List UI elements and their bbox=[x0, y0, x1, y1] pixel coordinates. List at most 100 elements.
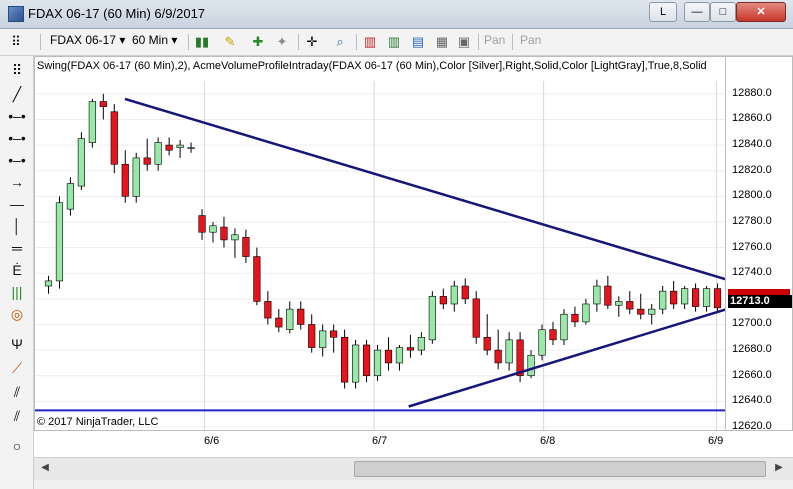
grip-icon: ⠿ bbox=[11, 62, 23, 78]
app-icon bbox=[8, 6, 24, 22]
chart-canvas bbox=[35, 81, 725, 430]
pencil-icon[interactable]: ✎ bbox=[222, 34, 238, 50]
candle-body bbox=[713, 288, 722, 309]
eraser-icon[interactable]: ✦ bbox=[274, 34, 290, 50]
candle-body bbox=[615, 301, 623, 306]
candle-body bbox=[461, 285, 469, 300]
trend-channel-icon[interactable]: ⫽ bbox=[4, 406, 30, 426]
y-tick-label: 12880.0 bbox=[732, 86, 772, 99]
candle-body bbox=[187, 147, 195, 149]
window-title: FDAX 06-17 (60 Min) 6/9/2017 bbox=[28, 6, 206, 21]
y-tick-label: 12680.0 bbox=[732, 343, 772, 356]
properties-icon[interactable]: ▦ bbox=[434, 34, 450, 50]
candle-body bbox=[527, 354, 535, 377]
vertical-line-icon[interactable]: │ bbox=[4, 216, 30, 236]
candle-body bbox=[604, 285, 612, 306]
candle-body bbox=[571, 313, 579, 323]
x-tick-label: 6/9 bbox=[708, 435, 724, 447]
candle-body bbox=[691, 288, 700, 307]
y-tick-label: 12820.0 bbox=[732, 163, 772, 176]
price-axis[interactable]: 12880.0 12860.0 12840.0 12820.0 12800.0 12780… bbox=[726, 56, 793, 432]
candle-body bbox=[121, 163, 129, 197]
candle-body bbox=[77, 138, 85, 187]
candle-body bbox=[428, 295, 436, 341]
regression-channel-icon[interactable]: ⫽ bbox=[4, 382, 30, 402]
candle-body bbox=[220, 226, 228, 241]
copyright-text: © 2017 NinjaTrader, LLC bbox=[37, 416, 159, 428]
candle-body bbox=[66, 183, 75, 210]
horizontal-line-icon[interactable]: — bbox=[4, 194, 30, 214]
price-chart[interactable]: Swing(FDAX 06-17 (60 Min),2), AcmeVolume… bbox=[34, 56, 726, 431]
candle-body bbox=[395, 347, 404, 364]
candle-body bbox=[209, 225, 217, 233]
strategies-icon[interactable]: ▥ bbox=[386, 34, 402, 50]
scroll-left-icon[interactable]: ◀ bbox=[38, 461, 52, 475]
pan-button-1[interactable]: Pan bbox=[484, 33, 505, 47]
crosshair-icon[interactable]: ✛ bbox=[304, 34, 320, 50]
andrews-pitchfork-icon[interactable]: Ψ bbox=[4, 334, 30, 354]
link-button[interactable]: L bbox=[649, 2, 677, 22]
instrument-selector[interactable]: FDAX 06-17 ▾ bbox=[50, 33, 125, 47]
magnet-icon[interactable]: ✚ bbox=[250, 34, 266, 50]
line-icon[interactable]: •–• bbox=[4, 150, 30, 170]
fibonacci-icon[interactable]: Ė bbox=[4, 260, 30, 280]
y-tick-label: 12800.0 bbox=[732, 189, 772, 202]
minimize-button[interactable]: — bbox=[684, 2, 710, 22]
candle-body bbox=[505, 339, 513, 364]
drawing-tools-panel: ⠿ ╱ •–• •–• •–• → — │ ═ Ė ||| ◎ Ψ ⟋ ⫽ ⫽ … bbox=[0, 56, 34, 489]
scrollbar-thumb[interactable] bbox=[354, 461, 766, 477]
candle-body bbox=[648, 308, 656, 315]
candle-body bbox=[44, 280, 53, 287]
candle-body bbox=[494, 349, 502, 364]
data-box-icon[interactable]: ▣ bbox=[456, 34, 472, 50]
candle-body bbox=[626, 301, 634, 310]
candle-body bbox=[308, 324, 316, 348]
candle-body bbox=[384, 349, 393, 364]
candle-body bbox=[593, 285, 601, 305]
candle-body bbox=[143, 157, 151, 165]
interval-label: 60 Min bbox=[132, 33, 169, 47]
chart-style-icon[interactable]: ▮▮ bbox=[194, 34, 210, 50]
candle-body bbox=[406, 347, 415, 351]
ellipse-icon[interactable]: ○ bbox=[4, 436, 30, 456]
candle-body bbox=[681, 288, 689, 305]
ray-icon[interactable]: → bbox=[4, 172, 30, 192]
time-axis[interactable]: 6/6 6/7 6/8 6/9 bbox=[34, 431, 793, 457]
scroll-right-icon[interactable]: ▶ bbox=[772, 461, 786, 475]
fib-circle-icon[interactable]: ◎ bbox=[4, 304, 30, 324]
risk-reward-icon[interactable]: •–• bbox=[4, 106, 30, 126]
instrument-label: FDAX 06-17 bbox=[50, 33, 117, 47]
candle-body bbox=[483, 336, 491, 351]
candle-body bbox=[297, 308, 305, 325]
candle-body bbox=[253, 256, 261, 302]
interval-selector[interactable]: 60 Min ▾ bbox=[132, 33, 177, 47]
pan-button-2[interactable]: Pan bbox=[520, 33, 541, 47]
candle-body bbox=[670, 290, 678, 305]
candle-body bbox=[373, 349, 382, 377]
extended-line-icon[interactable]: ═ bbox=[4, 238, 30, 258]
indicators-icon[interactable]: ▥ bbox=[362, 34, 378, 50]
candle-body bbox=[154, 142, 162, 165]
candle-body bbox=[341, 336, 349, 383]
y-tick-label: 12760.0 bbox=[732, 240, 772, 253]
y-tick-label: 12640.0 bbox=[732, 394, 772, 407]
price-range-icon[interactable]: •–• bbox=[4, 128, 30, 148]
ruler-icon[interactable]: ╱ bbox=[4, 84, 30, 104]
y-tick-label: 12740.0 bbox=[732, 266, 772, 279]
y-tick-label: 12860.0 bbox=[732, 112, 772, 125]
fib-extension-icon[interactable]: ||| bbox=[4, 282, 30, 302]
close-button[interactable]: ✕ bbox=[736, 2, 786, 22]
gann-fan-icon[interactable]: ⟋ bbox=[4, 358, 30, 378]
candle-body bbox=[582, 303, 590, 323]
y-tick-label: 12780.0 bbox=[732, 214, 772, 227]
x-tick-label: 6/8 bbox=[540, 435, 556, 447]
candle-body bbox=[165, 144, 173, 151]
candle-body bbox=[450, 285, 458, 305]
window-titlebar: FDAX 06-17 (60 Min) 6/9/2017 L — □ ✕ bbox=[0, 0, 793, 29]
maximize-button[interactable]: □ bbox=[710, 2, 736, 22]
candle-body bbox=[242, 237, 250, 257]
chart-trader-icon[interactable]: ▤ bbox=[410, 34, 426, 50]
horizontal-scrollbar[interactable]: ◀ ▶ bbox=[34, 457, 793, 480]
zoom-icon[interactable]: ⌕ bbox=[332, 34, 348, 50]
last-price-tag: 12713.0 bbox=[728, 295, 792, 308]
